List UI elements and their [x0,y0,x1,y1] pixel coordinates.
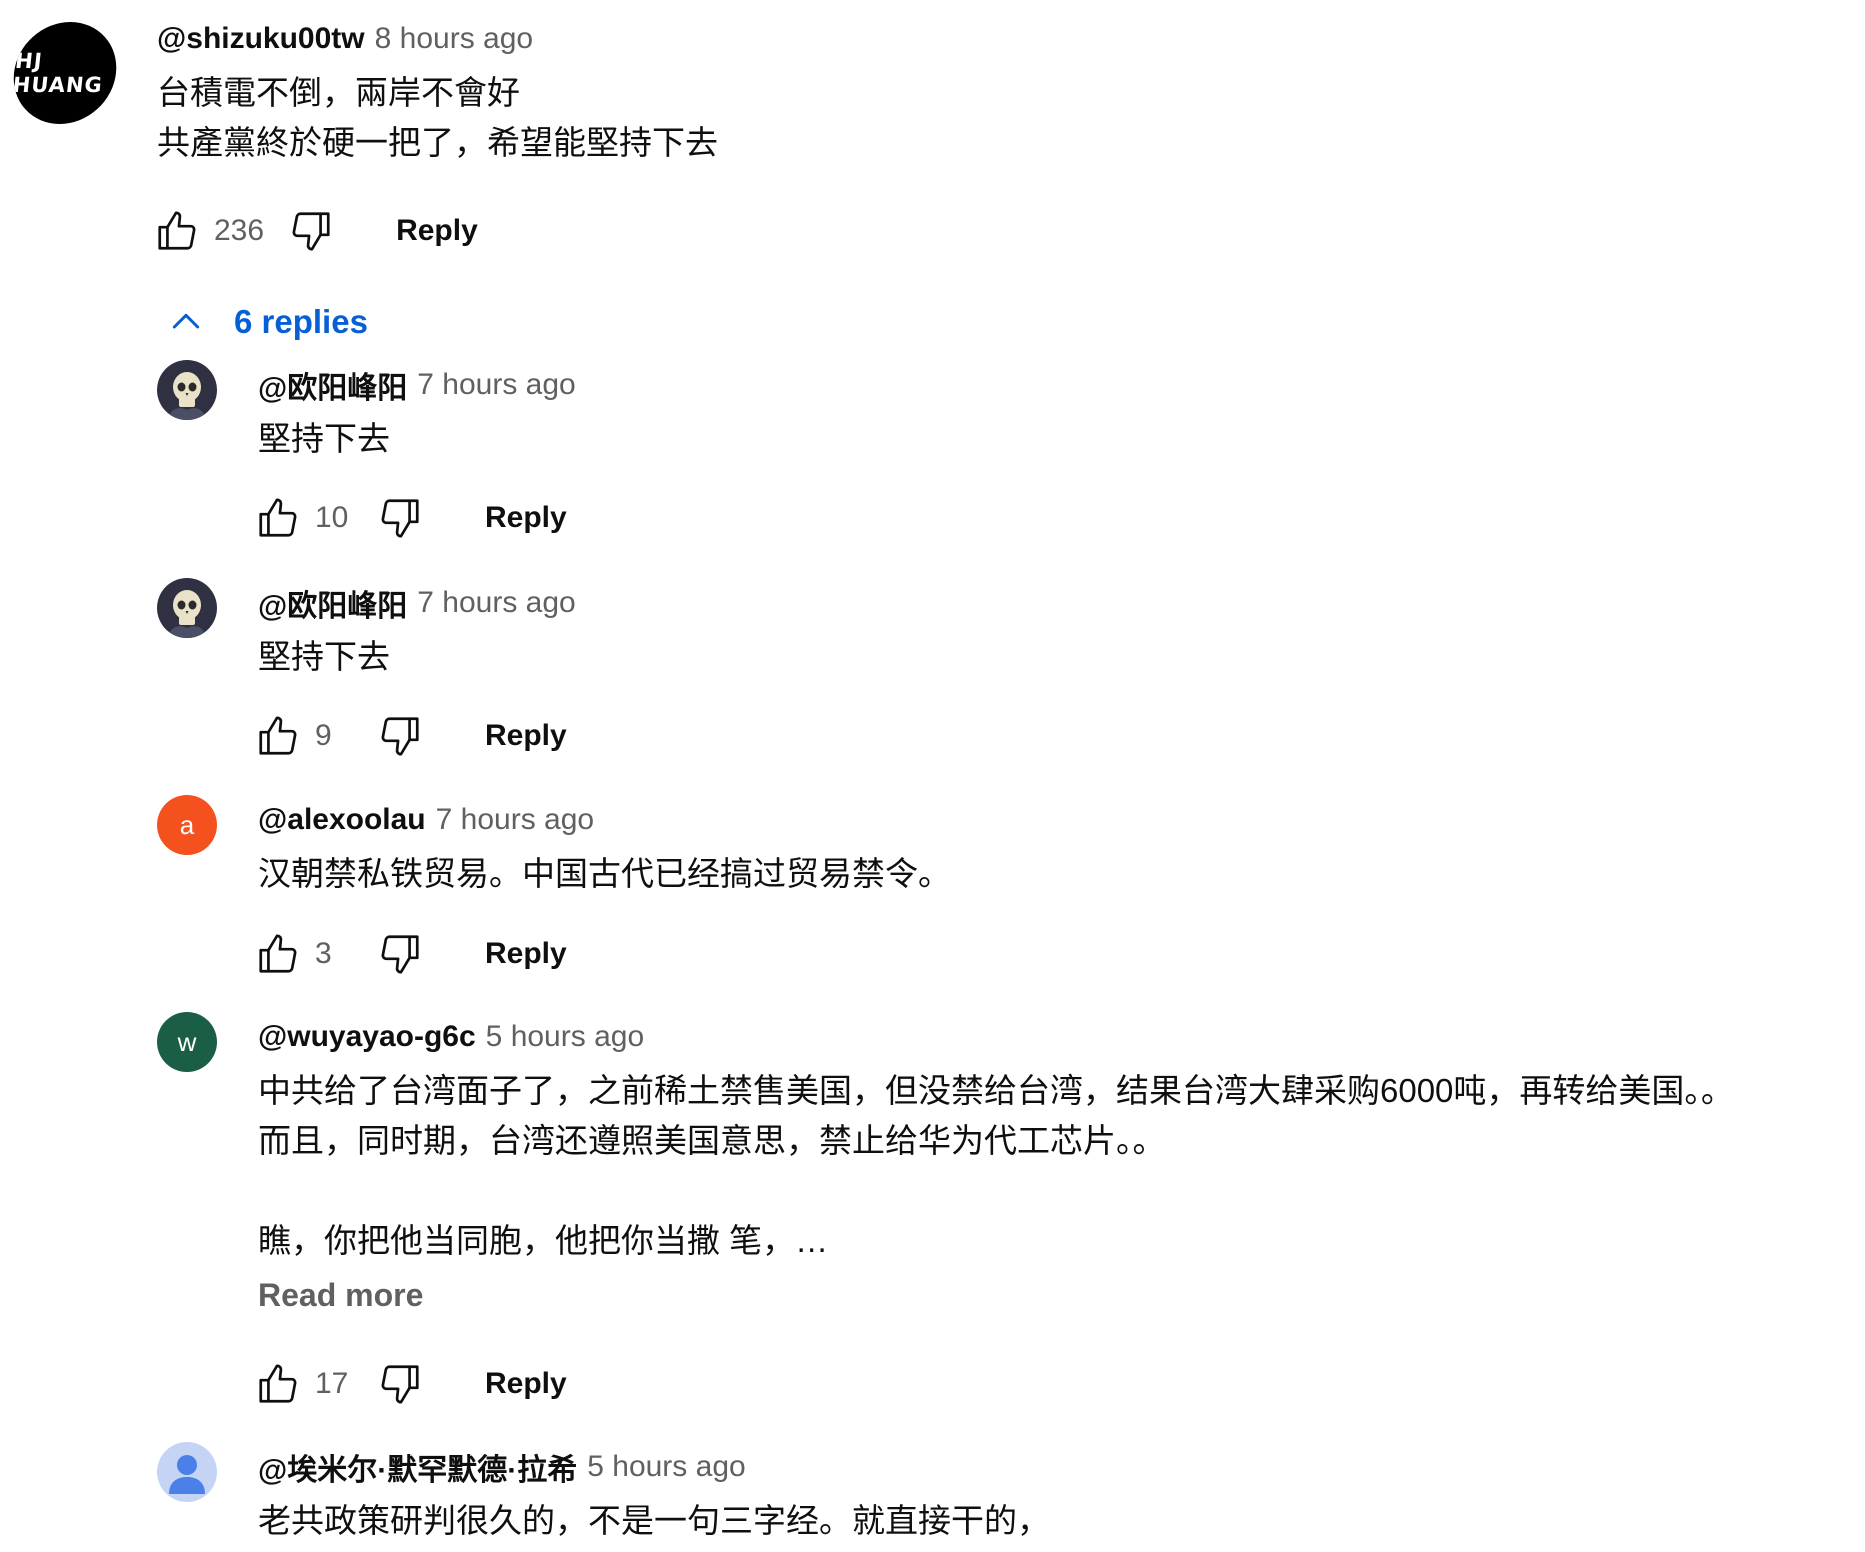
thumb-up-icon[interactable] [253,1359,303,1409]
thumb-up-icon[interactable] [152,206,202,256]
comment-header: @alexoolau 7 hours ago [258,799,1818,841]
avatar[interactable]: w [157,1012,217,1072]
like-count: 3 [315,937,332,970]
reply-comment: @欧阳峰阳 7 hours ago 堅持下去 [258,364,1818,464]
thumb-up-icon[interactable] [253,711,303,761]
avatar[interactable] [157,1442,217,1502]
reply-comment: @欧阳峰阳 7 hours ago 堅持下去 [258,582,1818,682]
avatar-logo-text: HJ HUANG [11,49,105,97]
thumb-up-icon[interactable] [253,493,303,543]
comment-header: @shizuku00tw 8 hours ago [157,18,1837,60]
comment: @shizuku00tw 8 hours ago 台積電不倒，兩岸不會好 共產黨… [157,18,1837,168]
comment-actions: 9 Reply [253,711,567,761]
comment-text: 堅持下去 [258,420,390,457]
comment-actions: 17 Reply [253,1359,567,1409]
read-more-link[interactable]: Read more [258,1270,1848,1320]
like-count: 17 [315,1367,349,1400]
comment-actions: 3 Reply [253,929,567,979]
author-name[interactable]: @埃米尔·默罕默德·拉希 [258,1445,577,1489]
reply-comment: @wuyayao-g6c 5 hours ago 中共给了台湾面子了，之前稀土禁… [258,1016,1848,1320]
timestamp[interactable]: 5 hours ago [486,1020,644,1054]
avatar[interactable] [157,578,217,638]
comment-actions: 236 Reply [152,206,478,256]
comment-header: @欧阳峰阳 7 hours ago [258,364,1818,406]
author-name[interactable]: @alexoolau [258,803,426,837]
comment-text: 堅持下去 [258,638,390,675]
like-count: 9 [315,719,332,752]
thumb-down-icon[interactable] [375,493,425,543]
reply-button[interactable]: Reply [485,719,567,753]
thumb-down-icon[interactable] [286,206,336,256]
comment-header: @欧阳峰阳 7 hours ago [258,582,1818,624]
author-name[interactable]: @wuyayao-g6c [258,1020,476,1054]
author-name[interactable]: @shizuku00tw [157,22,365,56]
reply-comment: @埃米尔·默罕默德·拉希 5 hours ago 老共政策研判很久的，不是一句三… [258,1446,1818,1546]
replies-count-label: 6 replies [234,303,368,340]
comment-text: 汉朝禁私铁贸易。中国古代已经搞过贸易禁令。 [258,855,951,892]
avatar-letter: a [179,809,195,840]
comment-header: @埃米尔·默罕默德·拉希 5 hours ago [258,1446,1818,1488]
comment-text: 台積電不倒，兩岸不會好 共產黨終於硬一把了，希望能堅持下去 [157,74,718,161]
like-count: 236 [214,214,265,247]
skull-avatar-icon [167,372,207,420]
timestamp[interactable]: 7 hours ago [436,803,594,837]
timestamp[interactable]: 8 hours ago [375,22,533,56]
timestamp[interactable]: 7 hours ago [417,586,575,620]
author-name[interactable]: @欧阳峰阳 [258,581,407,625]
thumb-down-icon[interactable] [375,711,425,761]
comment-text: 老共政策研判很久的，不是一句三字经。就直接干的， [258,1502,1050,1539]
comment-actions: 10 Reply [253,493,567,543]
comment-thread: HJ HUANG @shizuku00tw 8 hours ago 台積電不倒，… [0,0,1865,1552]
skull-avatar-icon [167,590,207,638]
author-name[interactable]: @欧阳峰阳 [258,363,407,407]
thumb-down-icon[interactable] [375,929,425,979]
avatar[interactable] [157,360,217,420]
like-count: 10 [315,501,349,534]
reply-button[interactable]: Reply [396,214,478,248]
replies-toggle-button[interactable]: 6 replies [166,297,368,347]
avatar-letter: w [177,1026,197,1057]
avatar[interactable]: a [157,795,217,855]
thumb-down-icon[interactable] [375,1359,425,1409]
comment-header: @wuyayao-g6c 5 hours ago [258,1016,1848,1058]
thumb-up-icon[interactable] [253,929,303,979]
timestamp[interactable]: 7 hours ago [417,368,575,402]
reply-comment: @alexoolau 7 hours ago 汉朝禁私铁贸易。中国古代已经搞过贸… [258,799,1818,899]
reply-button[interactable]: Reply [485,501,567,535]
reply-button[interactable]: Reply [485,1367,567,1401]
chevron-up-icon [172,313,200,329]
comment-text: 中共给了台湾面子了，之前稀土禁售美国，但没禁给台湾，结果台湾大肆采购6000吨，… [258,1072,1734,1259]
timestamp[interactable]: 5 hours ago [587,1450,745,1484]
reply-button[interactable]: Reply [485,937,567,971]
avatar[interactable]: HJ HUANG [8,22,122,124]
person-avatar-icon [169,1455,205,1494]
